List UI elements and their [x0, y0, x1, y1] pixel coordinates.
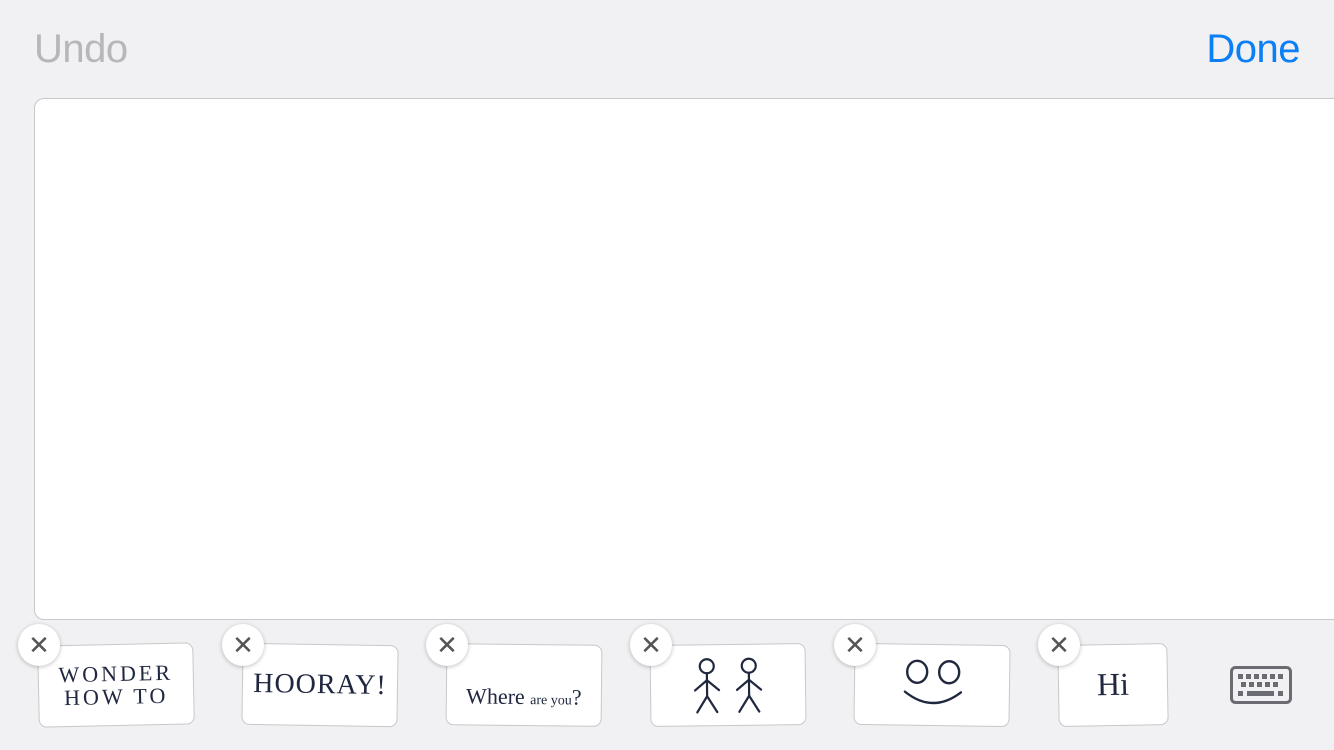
recent-drawings-tray: ✕ WONDER HOW TO ✕ HOORAY! ✕ Where are yo…	[0, 620, 1334, 750]
drawing-content: Hi	[1097, 668, 1130, 702]
drawing-content: HOORAY!	[253, 669, 387, 700]
smiley-icon	[867, 651, 998, 719]
close-icon: ✕	[1048, 632, 1070, 658]
close-icon: ✕	[28, 632, 50, 658]
recent-drawing-thumbnail[interactable]: Where are you?	[446, 643, 603, 727]
delete-drawing-button[interactable]: ✕	[630, 624, 672, 666]
close-icon: ✕	[232, 632, 254, 658]
close-icon: ✕	[844, 632, 866, 658]
delete-drawing-button[interactable]: ✕	[834, 624, 876, 666]
undo-button[interactable]: Undo	[34, 27, 128, 72]
recent-drawing-thumbnail[interactable]	[650, 643, 807, 727]
header-bar: Undo Done	[0, 0, 1334, 98]
keyboard-button[interactable]	[1230, 666, 1292, 704]
recent-drawing-smiley: ✕	[854, 644, 1010, 726]
drawing-canvas[interactable]	[34, 98, 1334, 620]
recent-drawing-hi: ✕ Hi	[1058, 644, 1168, 726]
recent-drawing-stick-figures: ✕	[650, 644, 806, 726]
recent-drawing-wonder-how-to: ✕ WONDER HOW TO	[38, 644, 194, 726]
recent-drawing-hooray: ✕ HOORAY!	[242, 644, 398, 726]
delete-drawing-button[interactable]: ✕	[1038, 624, 1080, 666]
recent-drawing-where-are-you: ✕ Where are you?	[446, 644, 602, 726]
delete-drawing-button[interactable]: ✕	[18, 624, 60, 666]
close-icon: ✕	[436, 632, 458, 658]
done-button[interactable]: Done	[1206, 27, 1300, 72]
keyboard-icon	[1230, 666, 1292, 704]
recent-drawing-thumbnail[interactable]: HOORAY!	[241, 643, 398, 727]
drawing-content: WONDER HOW TO	[58, 661, 173, 710]
recent-drawing-thumbnail[interactable]: WONDER HOW TO	[37, 642, 195, 727]
stick-figures-icon	[663, 651, 794, 719]
delete-drawing-button[interactable]: ✕	[426, 624, 468, 666]
delete-drawing-button[interactable]: ✕	[222, 624, 264, 666]
close-icon: ✕	[640, 632, 662, 658]
recent-drawing-thumbnail[interactable]	[853, 643, 1010, 727]
drawing-content: Where are you?	[466, 661, 582, 709]
